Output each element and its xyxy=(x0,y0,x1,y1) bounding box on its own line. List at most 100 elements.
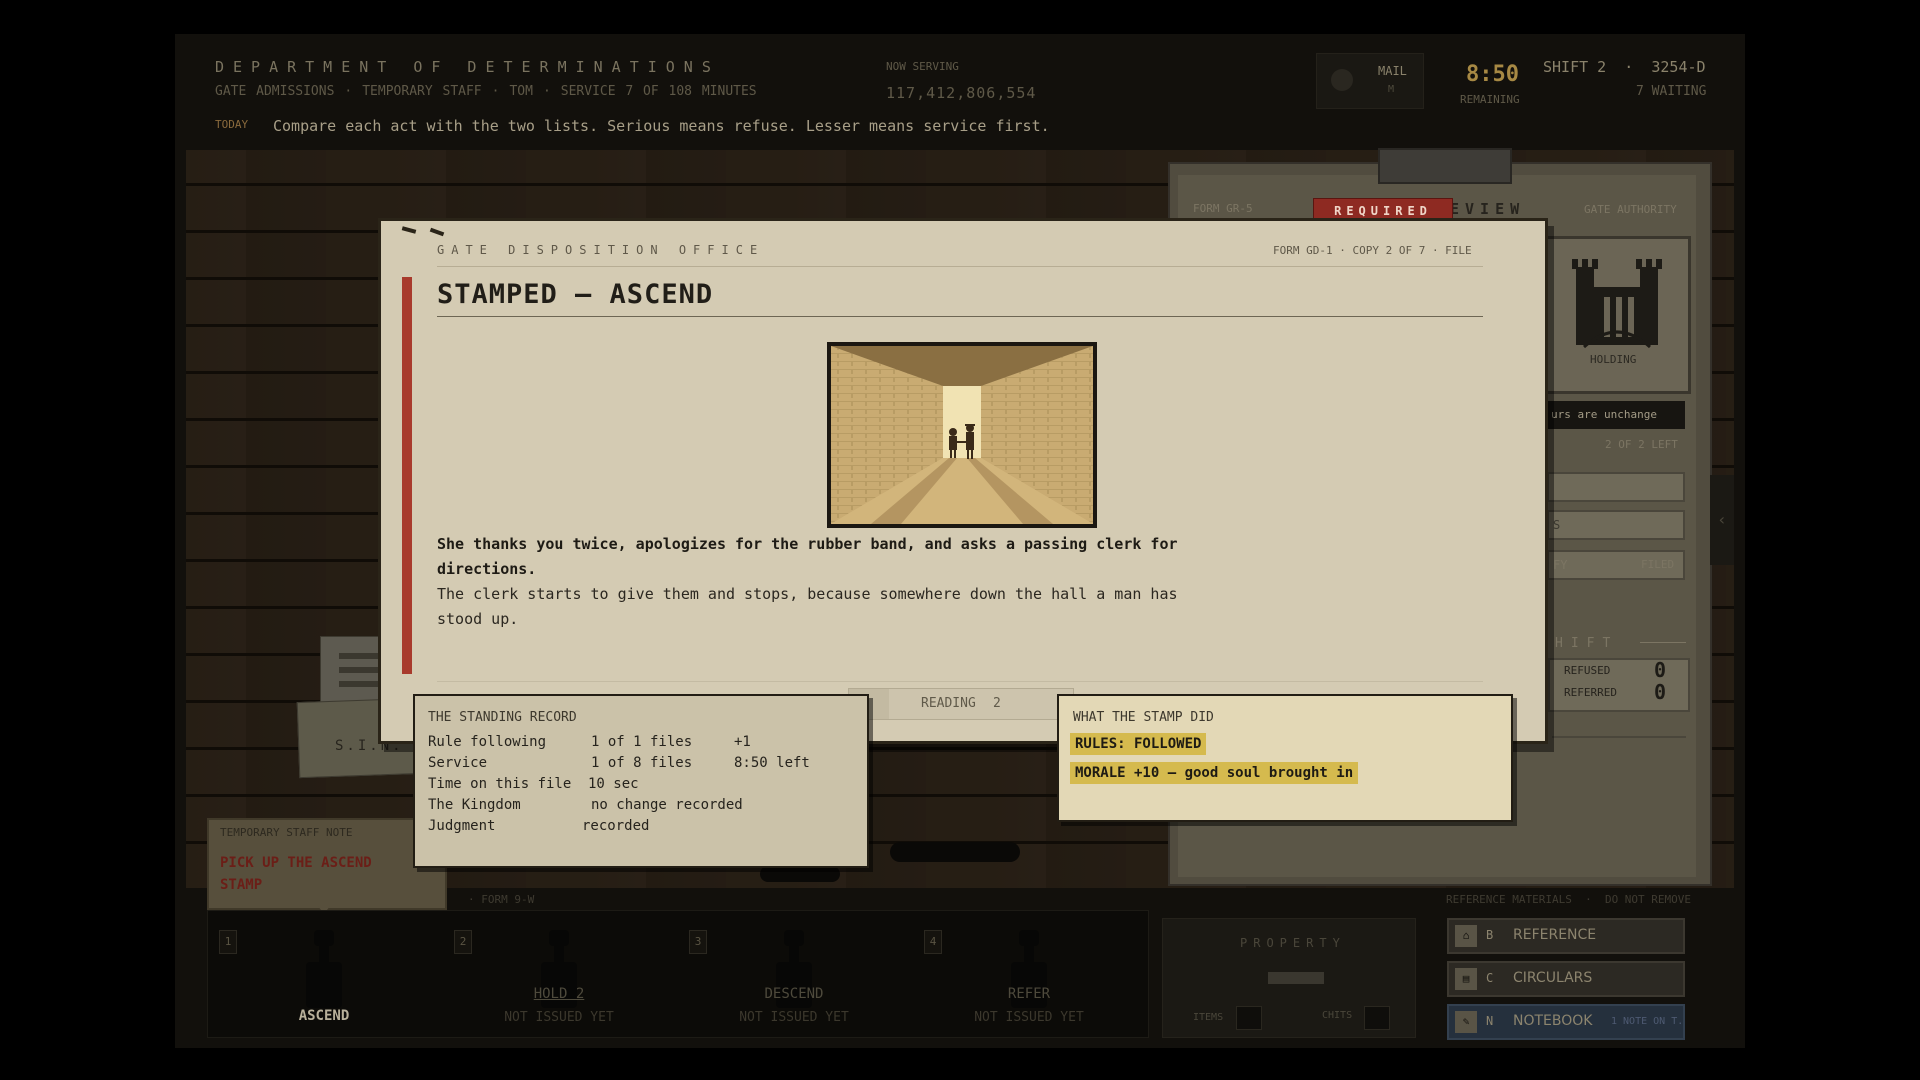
refused-label: REFUSED xyxy=(1564,664,1611,677)
clock-label: REMAINING xyxy=(1460,93,1520,106)
circulars-label: CIRCULARS xyxy=(1513,970,1593,986)
stamp-result-title: STAMPED — ASCEND xyxy=(437,279,714,310)
department-title: DEPARTMENT OF DETERMINATIONS xyxy=(215,58,720,76)
notebook-key: N xyxy=(1486,1014,1494,1028)
stamp-effect-header: WHAT THE STAMP DID xyxy=(1073,710,1214,725)
holding-label: HOLDING xyxy=(1590,353,1637,366)
items-slot[interactable] xyxy=(1236,1006,1262,1030)
mail-label: MAIL xyxy=(1378,64,1407,78)
reading-value: 2 xyxy=(993,696,1001,711)
review-option-2-label: S xyxy=(1553,518,1561,532)
gate-authority-label: GATE AUTHORITY xyxy=(1584,203,1677,216)
stamp-hold-status: NOT ISSUED YET xyxy=(504,1010,614,1025)
sep: · xyxy=(491,84,500,99)
record-value: recorded xyxy=(582,818,650,834)
stamp-descend-status: NOT ISSUED YET xyxy=(739,1010,849,1025)
rule xyxy=(437,316,1483,317)
record-label: Time on this file xyxy=(428,776,572,792)
stamp-refer[interactable]: REFER NOT ISSUED YET xyxy=(949,920,1109,1032)
referred-value: 0 xyxy=(1654,680,1667,704)
rule xyxy=(437,266,1483,267)
record-value: 10 sec xyxy=(588,776,639,792)
shift-tally: REFUSED 0 REFERRED 0 xyxy=(1548,658,1690,712)
corridor-scene-icon xyxy=(831,346,1093,524)
slot-2-number: 2 xyxy=(454,930,472,954)
stamp-descend[interactable]: DESCEND NOT ISSUED YET xyxy=(714,920,874,1032)
circulars-button[interactable]: ▤ C CIRCULARS xyxy=(1447,961,1685,997)
stamp-ascend[interactable]: ASCEND xyxy=(244,920,404,1032)
property-bar xyxy=(1268,972,1324,984)
slot-3-number: 3 xyxy=(689,930,707,954)
sub-staff: TEMPORARY STAFF xyxy=(362,84,482,99)
reading-indicator: READING 2 xyxy=(848,688,1074,720)
notebook-note-count: 1 NOTE ON T... xyxy=(1611,1016,1681,1027)
shift-section-header: HIFT xyxy=(1555,636,1619,651)
sub-service: SERVICE 7 OF 108 MINUTES xyxy=(560,84,757,99)
panel-collapse-tab[interactable]: ‹ xyxy=(1710,475,1734,565)
review-option-3-label: FY xyxy=(1553,558,1568,572)
bourse-ticker: urs are unchange xyxy=(1547,401,1685,429)
sub-name: TOM xyxy=(509,84,533,99)
ink-blot xyxy=(890,842,1020,862)
ascend-illustration xyxy=(827,342,1097,528)
mail-key: M xyxy=(1388,84,1395,95)
rules-followed-tag: RULES: FOLLOWED xyxy=(1070,733,1207,755)
items-label: ITEMS xyxy=(1193,1012,1224,1023)
shift-label: SHIFT 2 · 3254-D xyxy=(1543,58,1706,76)
reference-label: REFERENCE xyxy=(1513,927,1597,943)
form-9w-label: · FORM 9-W xyxy=(468,893,535,906)
clipboard-clip xyxy=(1378,148,1512,184)
record-value: 1 of 1 files xyxy=(591,734,693,750)
reference-key: B xyxy=(1486,928,1494,942)
record-value: no change recorded xyxy=(591,797,743,813)
panel-rule xyxy=(1552,736,1686,738)
sub-gate: GATE ADMISSIONS xyxy=(215,84,335,99)
mail-icon xyxy=(1331,69,1353,91)
slot-1-number: 1 xyxy=(219,930,237,954)
record-label: Judgment xyxy=(428,818,496,834)
stamp-refer-status: NOT ISSUED YET xyxy=(974,1010,1084,1025)
chits-label: CHITS xyxy=(1322,1010,1353,1021)
notebook-label: NOTEBOOK xyxy=(1513,1013,1593,1029)
notebook-button[interactable]: ✎ N NOTEBOOK 1 NOTE ON T... xyxy=(1447,1004,1685,1040)
property-label: PROPERTY xyxy=(1240,936,1346,950)
reference-button[interactable]: ⌂ B REFERENCE xyxy=(1447,918,1685,954)
review-form-id: FORM GR-5 xyxy=(1193,202,1253,215)
castle-icon xyxy=(1572,259,1662,349)
review-option-1[interactable] xyxy=(1547,472,1685,502)
house-icon: ⌂ xyxy=(1455,925,1477,947)
left-count: 2 OF 2 LEFT xyxy=(1605,438,1678,451)
ink-blot xyxy=(760,866,840,882)
rule xyxy=(437,681,1483,682)
review-option-2[interactable]: S xyxy=(1547,510,1685,540)
clock: 8:50 xyxy=(1466,62,1519,87)
record-extra: +1 xyxy=(734,734,751,750)
now-serving-label: NOW SERVING xyxy=(886,60,959,73)
reference-materials-label: REFERENCE MATERIALS · DO NOT REMOVE xyxy=(1446,893,1692,906)
record-label: The Kingdom xyxy=(428,797,521,813)
sep: · xyxy=(344,84,353,99)
stamp-hold[interactable]: HOLD 2 NOT ISSUED YET xyxy=(479,920,639,1032)
review-option-3[interactable]: FY FILED xyxy=(1547,550,1685,580)
record-label: Service xyxy=(428,755,488,771)
stamp-silhouette-icon xyxy=(306,930,342,1008)
stamp-ascend-label: ASCEND xyxy=(298,1008,350,1024)
waiting-count: 7 WAITING xyxy=(1636,84,1707,99)
refused-value: 0 xyxy=(1654,658,1667,682)
shift-rule xyxy=(1640,642,1686,643)
filed-label: FILED xyxy=(1641,558,1675,571)
sep: · xyxy=(542,84,551,99)
notebook-icon: ✎ xyxy=(1455,1011,1477,1033)
chits-slot[interactable] xyxy=(1364,1006,1390,1030)
reading-label: READING xyxy=(921,696,976,711)
stamp-hold-label: HOLD 2 xyxy=(533,986,585,1002)
authority-seal xyxy=(1543,236,1691,394)
stamp-descend-label: DESCEND xyxy=(764,986,824,1002)
form-id: FORM GD-1 · COPY 2 OF 7 · FILE xyxy=(1273,244,1472,257)
now-serving-number: 117,412,806,554 xyxy=(886,84,1037,102)
narrative-text: The clerk starts to give them and stops,… xyxy=(437,585,1178,628)
today-label: TODAY xyxy=(215,118,249,131)
header-subline: GATE ADMISSIONS · TEMPORARY STAFF · TOM · SERV… xyxy=(215,84,767,99)
staff-note-label: TEMPORARY STAFF NOTE xyxy=(220,826,353,839)
document-icon: ▤ xyxy=(1455,968,1477,990)
